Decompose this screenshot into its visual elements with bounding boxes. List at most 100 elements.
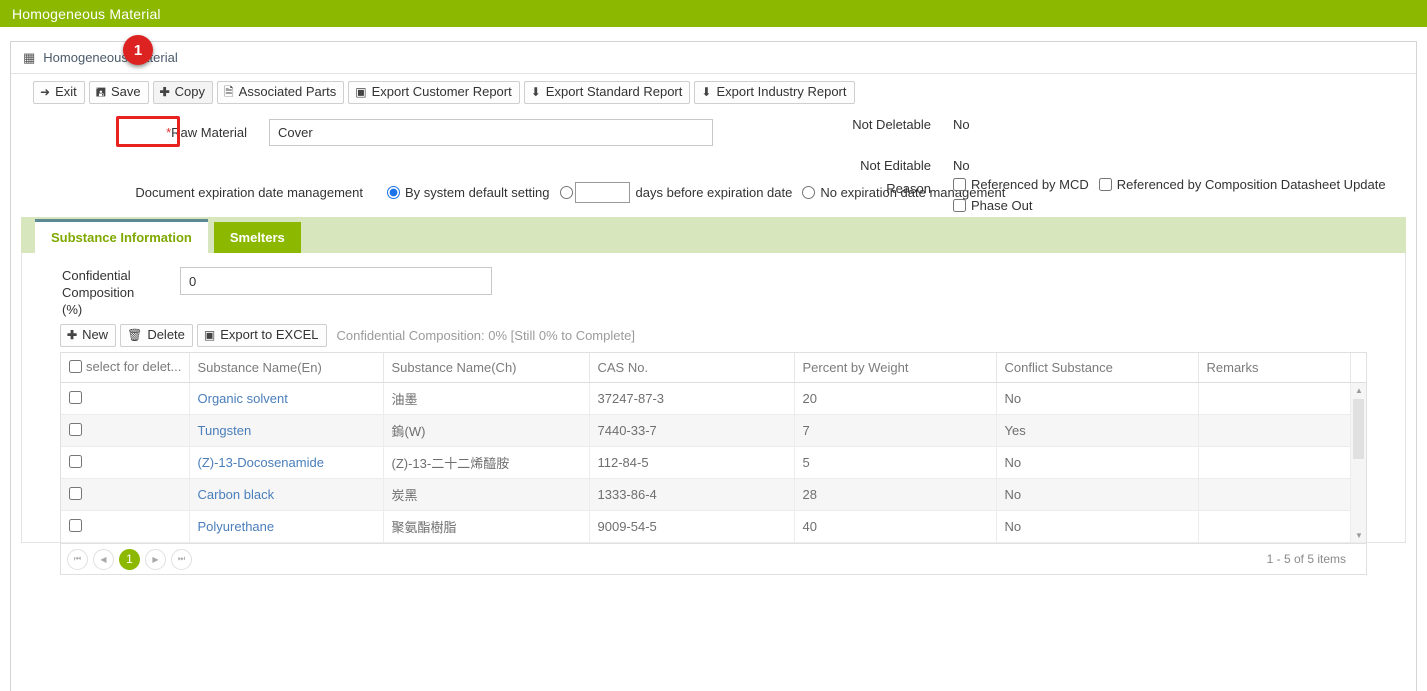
substance-link[interactable]: Carbon black bbox=[198, 487, 275, 502]
row-conflict-cell: No bbox=[996, 382, 1199, 415]
first-page-icon[interactable]: ⏮ bbox=[67, 548, 88, 570]
tab-substance-information[interactable]: Substance Information bbox=[35, 219, 208, 253]
col-substance-name-ch[interactable]: Substance Name(Ch) bbox=[383, 353, 590, 383]
row-percent-cell: 20 bbox=[794, 382, 997, 415]
exit-icon: ➜ bbox=[40, 85, 51, 99]
table-row[interactable]: Polyurethane 聚氨酯樹脂 9009-54-5 40 No bbox=[61, 510, 1366, 543]
row-select-checkbox[interactable] bbox=[69, 486, 82, 500]
associated-parts-button[interactable]: 🗎 Associated Parts bbox=[217, 81, 345, 104]
save-button[interactable]: 🖪 Save bbox=[88, 81, 149, 104]
substance-information-panel: Confidential Composition (%) ✚ New 🗑 Del… bbox=[21, 253, 1406, 575]
scroll-track[interactable]: ▲ ▼ bbox=[1350, 383, 1366, 542]
exit-button[interactable]: ➜ Exit bbox=[33, 81, 85, 104]
row-remarks-cell bbox=[1198, 382, 1351, 415]
grid-icon: ▦ bbox=[23, 50, 36, 65]
delete-button[interactable]: 🗑 Delete bbox=[120, 324, 193, 347]
export-industry-report-button[interactable]: ⬇ Export Industry Report bbox=[694, 81, 855, 104]
expiration-days-radio[interactable] bbox=[559, 186, 573, 199]
row-cas-cell: 7440-33-7 bbox=[589, 414, 795, 447]
substance-link[interactable]: Organic solvent bbox=[198, 391, 288, 406]
confidential-composition-input[interactable] bbox=[180, 267, 492, 295]
prev-page-icon[interactable]: ◀ bbox=[93, 548, 114, 570]
raw-material-label: *Raw Material bbox=[11, 119, 247, 140]
plus-icon: ✚ bbox=[159, 85, 170, 99]
table-row[interactable]: Organic solvent 油墨 37247-87-3 20 No ▲ ▼ bbox=[61, 382, 1366, 543]
row-remarks-cell bbox=[1198, 510, 1351, 543]
row-name-ch-cell: 炭黑 bbox=[383, 478, 590, 511]
substance-link[interactable]: Tungsten bbox=[198, 423, 252, 438]
table-row[interactable]: (Z)-13-Docosenamide (Z)-13-二十二烯醯胺 112-84… bbox=[61, 446, 1366, 479]
copy-button[interactable]: ✚ Copy bbox=[152, 81, 214, 104]
phase-out-checkbox-wrap[interactable]: Phase Out bbox=[953, 198, 1032, 213]
row-name-ch-cell: 油墨 bbox=[383, 382, 590, 415]
grid-pager: ⏮ ◀ 1 ▶ ⏭ 1 - 5 of 5 items bbox=[60, 543, 1367, 575]
substance-grid-wrapper: select for delet... Substance Name(En) S… bbox=[60, 352, 1367, 543]
homogeneous-material-panel: ▦ Homogeneous Material ➜ Exit 🖪 Save ✚ C… bbox=[11, 35, 1416, 691]
row-select-checkbox[interactable] bbox=[69, 518, 82, 532]
referenced-by-mcd-label: Referenced by MCD bbox=[971, 177, 1089, 192]
col-cas-no[interactable]: CAS No. bbox=[589, 353, 795, 383]
breadcrumb-label: Homogeneous Material bbox=[43, 50, 178, 65]
referenced-by-cds-update-checkbox[interactable] bbox=[1098, 178, 1112, 191]
select-for-delete-header: select for delet... bbox=[61, 353, 190, 383]
row-remarks-cell bbox=[1198, 446, 1351, 479]
export-customer-report-button[interactable]: ▣ Export Customer Report bbox=[348, 81, 520, 104]
raw-material-input[interactable] bbox=[269, 119, 713, 146]
grid-vertical-scrollbar[interactable]: ▲ ▼ bbox=[1350, 382, 1366, 543]
select-all-wrap[interactable]: select for delet... bbox=[69, 359, 181, 374]
table-row[interactable]: Carbon black 炭黑 1333-86-4 28 No bbox=[61, 478, 1366, 511]
referenced-by-cds-update-label: Referenced by Composition Datasheet Upda… bbox=[1116, 177, 1386, 192]
export-industry-report-label: Export Industry Report bbox=[716, 84, 847, 99]
row-remarks-cell bbox=[1198, 478, 1351, 511]
substance-link[interactable]: Polyurethane bbox=[198, 519, 275, 534]
row-select-checkbox[interactable] bbox=[69, 422, 82, 436]
referenced-by-mcd-checkbox[interactable] bbox=[953, 178, 966, 191]
col-percent-by-weight[interactable]: Percent by Weight bbox=[794, 353, 997, 383]
select-for-delete-label: select for delet... bbox=[86, 359, 182, 374]
row-name-en-cell: Carbon black bbox=[189, 478, 384, 511]
export-to-excel-button[interactable]: ▣ Export to EXCEL bbox=[196, 324, 327, 347]
select-all-checkbox[interactable] bbox=[69, 360, 82, 373]
composition-progress-note: Confidential Composition: 0% [Still 0% t… bbox=[336, 328, 635, 343]
document-icon: 🗎 bbox=[224, 85, 234, 99]
row-select-cell bbox=[61, 414, 190, 447]
substance-link[interactable]: (Z)-13-Docosenamide bbox=[198, 455, 324, 470]
not-editable-value: No bbox=[953, 158, 970, 173]
raw-material-label-text: Raw Material bbox=[171, 125, 247, 140]
expiration-system-default-radio[interactable] bbox=[387, 186, 400, 199]
referenced-by-cds-update-checkbox-wrap[interactable]: Referenced by Composition Datasheet Upda… bbox=[1098, 177, 1386, 192]
scroll-up-icon[interactable]: ▲ bbox=[1351, 383, 1366, 397]
col-substance-name-en[interactable]: Substance Name(En) bbox=[189, 353, 384, 383]
not-deletable-row: Not Deletable No bbox=[731, 117, 1427, 132]
next-page-icon[interactable]: ▶ bbox=[145, 548, 166, 570]
scroll-thumb[interactable] bbox=[1353, 399, 1364, 459]
expiration-system-default-wrap[interactable]: By system default setting bbox=[387, 185, 550, 200]
exit-label: Exit bbox=[55, 84, 77, 99]
export-standard-report-button[interactable]: ⬇ Export Standard Report bbox=[523, 81, 691, 104]
new-label: New bbox=[82, 327, 109, 342]
new-button[interactable]: ✚ New bbox=[60, 324, 117, 347]
download-icon: ⬇ bbox=[530, 85, 541, 99]
save-icon: 🖪 bbox=[95, 85, 106, 99]
tab-smelters-label: Smelters bbox=[229, 230, 285, 245]
pager-controls: ⏮ ◀ 1 ▶ ⏭ bbox=[67, 548, 192, 570]
reason-row: Reason Referenced by MCD Referenced by C… bbox=[731, 177, 1427, 219]
confidential-composition-row: Confidential Composition (%) bbox=[22, 263, 1405, 318]
row-name-ch-cell: (Z)-13-二十二烯醯胺 bbox=[383, 446, 590, 479]
page-number-1[interactable]: 1 bbox=[119, 548, 140, 570]
phase-out-checkbox[interactable] bbox=[953, 199, 966, 212]
export-standard-report-label: Export Standard Report bbox=[545, 84, 683, 99]
row-select-checkbox[interactable] bbox=[69, 390, 82, 404]
referenced-by-mcd-checkbox-wrap[interactable]: Referenced by MCD bbox=[953, 177, 1089, 192]
breadcrumb: ▦ Homogeneous Material bbox=[11, 42, 1416, 74]
table-row[interactable]: Tungsten 鎢(W) 7440-33-7 7 Yes bbox=[61, 414, 1366, 447]
last-page-icon[interactable]: ⏭ bbox=[171, 548, 192, 570]
scroll-down-icon[interactable]: ▼ bbox=[1351, 528, 1366, 542]
tab-smelters[interactable]: Smelters bbox=[213, 222, 301, 253]
col-remarks[interactable]: Remarks bbox=[1198, 353, 1351, 383]
expiration-days-input[interactable] bbox=[574, 182, 630, 203]
col-conflict-substance[interactable]: Conflict Substance bbox=[996, 353, 1199, 383]
row-remarks-cell bbox=[1198, 414, 1351, 447]
expiration-label: Document expiration date management bbox=[135, 185, 363, 200]
row-select-checkbox[interactable] bbox=[69, 454, 82, 468]
